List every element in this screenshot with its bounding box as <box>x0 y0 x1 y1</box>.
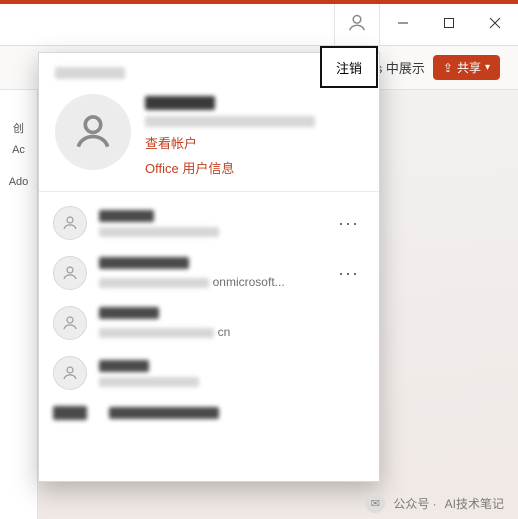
user-icon <box>71 110 115 154</box>
ribbon-truncated-label: s 中展示 <box>376 58 425 77</box>
account-email-fragment: cn <box>218 325 231 339</box>
user-icon <box>61 214 79 232</box>
wechat-icon: ✉ <box>365 493 385 513</box>
account-item[interactable] <box>39 348 379 398</box>
account-avatar <box>53 356 87 390</box>
user-icon <box>346 12 368 34</box>
left-fragment-2: Ac <box>12 144 25 156</box>
logout-button-label: 注销 <box>336 58 362 77</box>
watermark-prefix: 公众号 · <box>393 495 436 512</box>
close-icon <box>489 17 501 29</box>
account-flyout: 查看帐户 Office 用户信息 ··· onmicr <box>38 52 380 482</box>
account-more-button[interactable]: ··· <box>338 213 365 234</box>
share-button-label: 共享 <box>457 59 481 76</box>
maximize-icon <box>443 17 455 29</box>
office-userinfo-link[interactable]: Office 用户信息 <box>145 158 315 177</box>
left-fragment-1: 创 <box>13 120 24 136</box>
window-maximize-button[interactable] <box>426 0 472 46</box>
minimize-icon <box>397 17 409 29</box>
primary-avatar <box>55 94 131 170</box>
titlebar-user-button[interactable] <box>334 0 380 46</box>
other-accounts-list[interactable]: ··· onmicrosoft... ··· <box>39 192 379 481</box>
account-item[interactable]: ··· <box>39 198 379 248</box>
share-icon: ⇪ <box>443 61 453 75</box>
account-item[interactable]: cn <box>39 298 379 348</box>
user-icon <box>61 264 79 282</box>
account-email-fragment: onmicrosoft... <box>213 275 285 289</box>
left-fragment-3: Ado <box>9 176 29 188</box>
account-item[interactable]: onmicrosoft... ··· <box>39 248 379 298</box>
view-account-link[interactable]: 查看帐户 <box>145 133 315 152</box>
app-accent-stripe <box>0 0 518 4</box>
account-avatar <box>53 306 87 340</box>
share-button[interactable]: ⇪ 共享 ▾ <box>433 55 500 80</box>
window-titlebar <box>0 0 518 46</box>
primary-account-block: 查看帐户 Office 用户信息 <box>39 90 379 192</box>
account-more-button[interactable]: ··· <box>338 263 365 284</box>
source-watermark: ✉ 公众号 · AI技术笔记 <box>365 493 504 513</box>
chevron-down-icon: ▾ <box>485 62 490 73</box>
user-icon <box>61 314 79 332</box>
window-minimize-button[interactable] <box>380 0 426 46</box>
account-item[interactable] <box>39 398 379 422</box>
watermark-name: AI技术笔记 <box>445 495 504 512</box>
left-sidebar-fragment: 创 Ac Ado <box>0 90 38 519</box>
logout-button[interactable]: 注销 <box>320 46 378 88</box>
window-close-button[interactable] <box>472 0 518 46</box>
account-avatar <box>53 256 87 290</box>
account-avatar <box>53 206 87 240</box>
user-icon <box>61 364 79 382</box>
